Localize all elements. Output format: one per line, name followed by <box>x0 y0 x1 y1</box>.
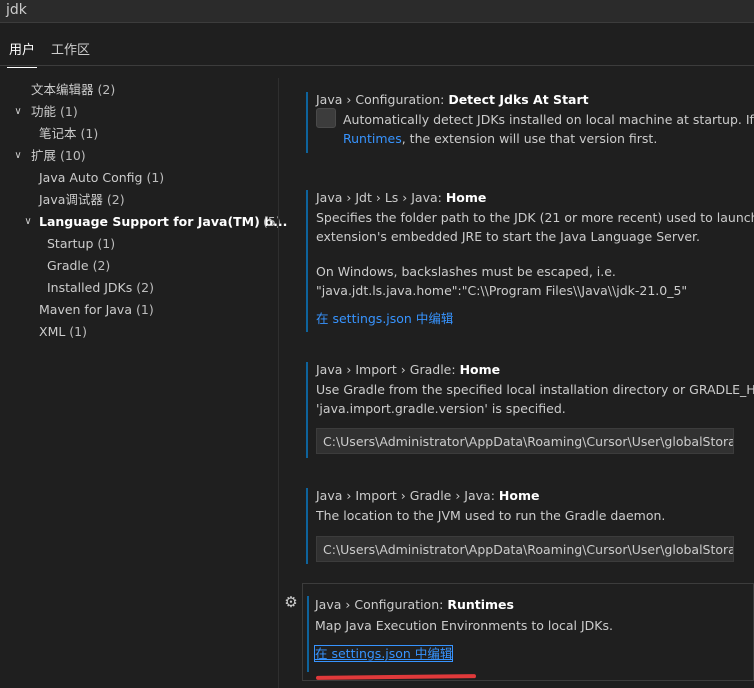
desc-text: , the extension will use that version fi… <box>401 131 658 146</box>
setting-name: Home <box>445 190 487 205</box>
toc-count: (2) <box>92 258 111 273</box>
chevron-down-icon: ∨ <box>14 106 22 117</box>
desc-line: Runtimes, the extension will use that ve… <box>343 129 754 148</box>
toc-item-notebook[interactable]: 笔记本 (1) <box>39 124 98 144</box>
tab-user[interactable]: 用户 <box>6 39 38 68</box>
toc-label: 扩展 <box>31 148 57 163</box>
toc-label: 文本编辑器 <box>31 82 94 97</box>
detect-jdks-checkbox[interactable] <box>316 108 336 128</box>
desc-line: On Windows, backslashes must be escaped,… <box>316 264 616 279</box>
desc-line: Map Java Execution Environments to local… <box>315 618 613 633</box>
toc-label: Maven for Java <box>39 302 132 317</box>
desc-line: extension's embedded JRE to start the Ja… <box>316 229 701 244</box>
toc-count: (2) <box>97 82 116 97</box>
setting-category: Java › Import › Gradle: <box>316 362 460 377</box>
settings-tabs: 用户 工作区 <box>0 23 754 68</box>
setting-name: Home <box>498 488 540 503</box>
toc-count: (1) <box>146 170 165 185</box>
desc-line: Automatically detect JDKs installed on l… <box>343 112 754 127</box>
tab-workspace[interactable]: 工作区 <box>51 39 90 58</box>
toc-label: 功能 <box>31 104 57 119</box>
toc-item-text-editor[interactable]: 文本编辑器 (2) <box>31 80 115 100</box>
setting-description: Specifies the folder path to the JDK (21… <box>316 208 754 300</box>
setting-title: Java › Configuration: Runtimes <box>315 597 753 612</box>
desc-line: "java.jdt.ls.java.home":"C:\\Program Fil… <box>316 283 688 298</box>
toc-count: (10) <box>60 148 86 163</box>
toc-count: (1) <box>135 302 154 317</box>
toc-item-xml[interactable]: XML (1) <box>39 322 87 342</box>
toc-label: Startup <box>47 236 94 251</box>
chevron-down-icon: ∨ <box>14 150 22 161</box>
desc-line: Specifies the folder path to the JDK (21… <box>316 210 754 225</box>
setting-import-gradle-java-home: Java › Import › Gradle › Java: Home The … <box>306 488 754 564</box>
setting-name: Home <box>459 362 501 377</box>
setting-jdt-ls-java-home: Java › Jdt › Ls › Java: Home Specifies t… <box>306 190 754 332</box>
setting-import-gradle-home: Java › Import › Gradle: Home Use Gradle … <box>306 362 754 458</box>
setting-title: Java › Jdt › Ls › Java: Home <box>316 190 754 205</box>
setting-title: Java › Configuration: Detect Jdks At Sta… <box>316 92 754 107</box>
edit-in-settings-json-link[interactable]: 在 settings.json 中编辑 <box>316 311 453 326</box>
toc-item-startup[interactable]: Startup (1) <box>47 234 115 254</box>
toc-count: (1) <box>60 104 78 119</box>
search-input[interactable]: jdk <box>6 2 27 18</box>
toc-item-java-debugger[interactable]: Java调试器 (2) <box>39 190 125 210</box>
toc-label: Installed JDKs <box>47 280 133 295</box>
gear-icon[interactable]: ⚙ <box>283 594 299 610</box>
toc-label: Gradle <box>47 258 89 273</box>
search-bar[interactable]: jdk <box>0 0 754 23</box>
toc-count: (2) <box>106 192 125 207</box>
setting-title: Java › Import › Gradle: Home <box>316 362 754 377</box>
toc-count: (2) <box>136 280 154 295</box>
desc-line: Use Gradle from the specified local inst… <box>316 382 754 397</box>
chevron-down-icon: ∨ <box>24 216 32 227</box>
gradle-java-home-input[interactable]: C:\Users\Administrator\AppData\Roaming\C… <box>316 536 734 562</box>
setting-category: Java › Configuration: <box>316 92 449 107</box>
focus-indicator <box>307 596 309 672</box>
toc-label: XML <box>39 324 66 339</box>
gradle-home-input[interactable]: C:\Users\Administrator\AppData\Roaming\C… <box>316 428 734 454</box>
toc-item-java-auto-config[interactable]: Java Auto Config (1) <box>39 168 164 188</box>
setting-description: Map Java Execution Environments to local… <box>315 616 753 635</box>
desc-line: 'java.import.gradle.version' is specifie… <box>316 401 566 416</box>
runtimes-link[interactable]: Runtimes <box>343 131 402 146</box>
setting-configuration-runtimes: Java › Configuration: Runtimes Map Java … <box>302 583 754 681</box>
setting-description: Use Gradle from the specified local inst… <box>316 380 754 418</box>
desc-line: The location to the JVM used to run the … <box>316 508 666 523</box>
toc-item-features[interactable]: ∨ 功能 (1) <box>14 102 78 122</box>
toc-label: Java调试器 <box>39 192 103 207</box>
toc-count: (1) <box>80 126 99 141</box>
setting-description: The location to the JVM used to run the … <box>316 506 754 525</box>
toc-label: Java Auto Config <box>39 170 143 185</box>
edit-in-settings-json-link[interactable]: 在 settings.json 中编辑 <box>313 645 454 662</box>
setting-detect-jdks-at-start: Java › Configuration: Detect Jdks At Sta… <box>306 92 754 153</box>
toc-item-maven-for-java[interactable]: Maven for Java (1) <box>39 300 154 320</box>
toc-count: (1) <box>69 324 88 339</box>
setting-name: Detect Jdks At Start <box>448 92 589 107</box>
setting-description: Automatically detect JDKs installed on l… <box>316 110 754 148</box>
settings-toc: 文本编辑器 (2) ∨ 功能 (1) 笔记本 (1) ∨ 扩展 (10) Jav… <box>0 66 287 688</box>
toc-label: Language Support for Java(TM) b... <box>39 214 288 229</box>
setting-title: Java › Import › Gradle › Java: Home <box>316 488 754 503</box>
toc-item-language-support-java[interactable]: ∨ Language Support for Java(TM) b... (5) <box>24 212 287 232</box>
sash-divider[interactable] <box>278 78 279 688</box>
toc-item-gradle[interactable]: Gradle (2) <box>47 256 110 276</box>
toc-label: 笔记本 <box>39 126 77 141</box>
toc-item-installed-jdks[interactable]: Installed JDKs (2) <box>47 278 154 298</box>
toc-item-extensions[interactable]: ∨ 扩展 (10) <box>14 146 86 166</box>
toc-count: (1) <box>97 236 116 251</box>
setting-category: Java › Jdt › Ls › Java: <box>316 190 446 205</box>
setting-category: Java › Configuration: <box>315 597 448 612</box>
setting-name: Runtimes <box>447 597 514 612</box>
setting-category: Java › Import › Gradle › Java: <box>316 488 499 503</box>
